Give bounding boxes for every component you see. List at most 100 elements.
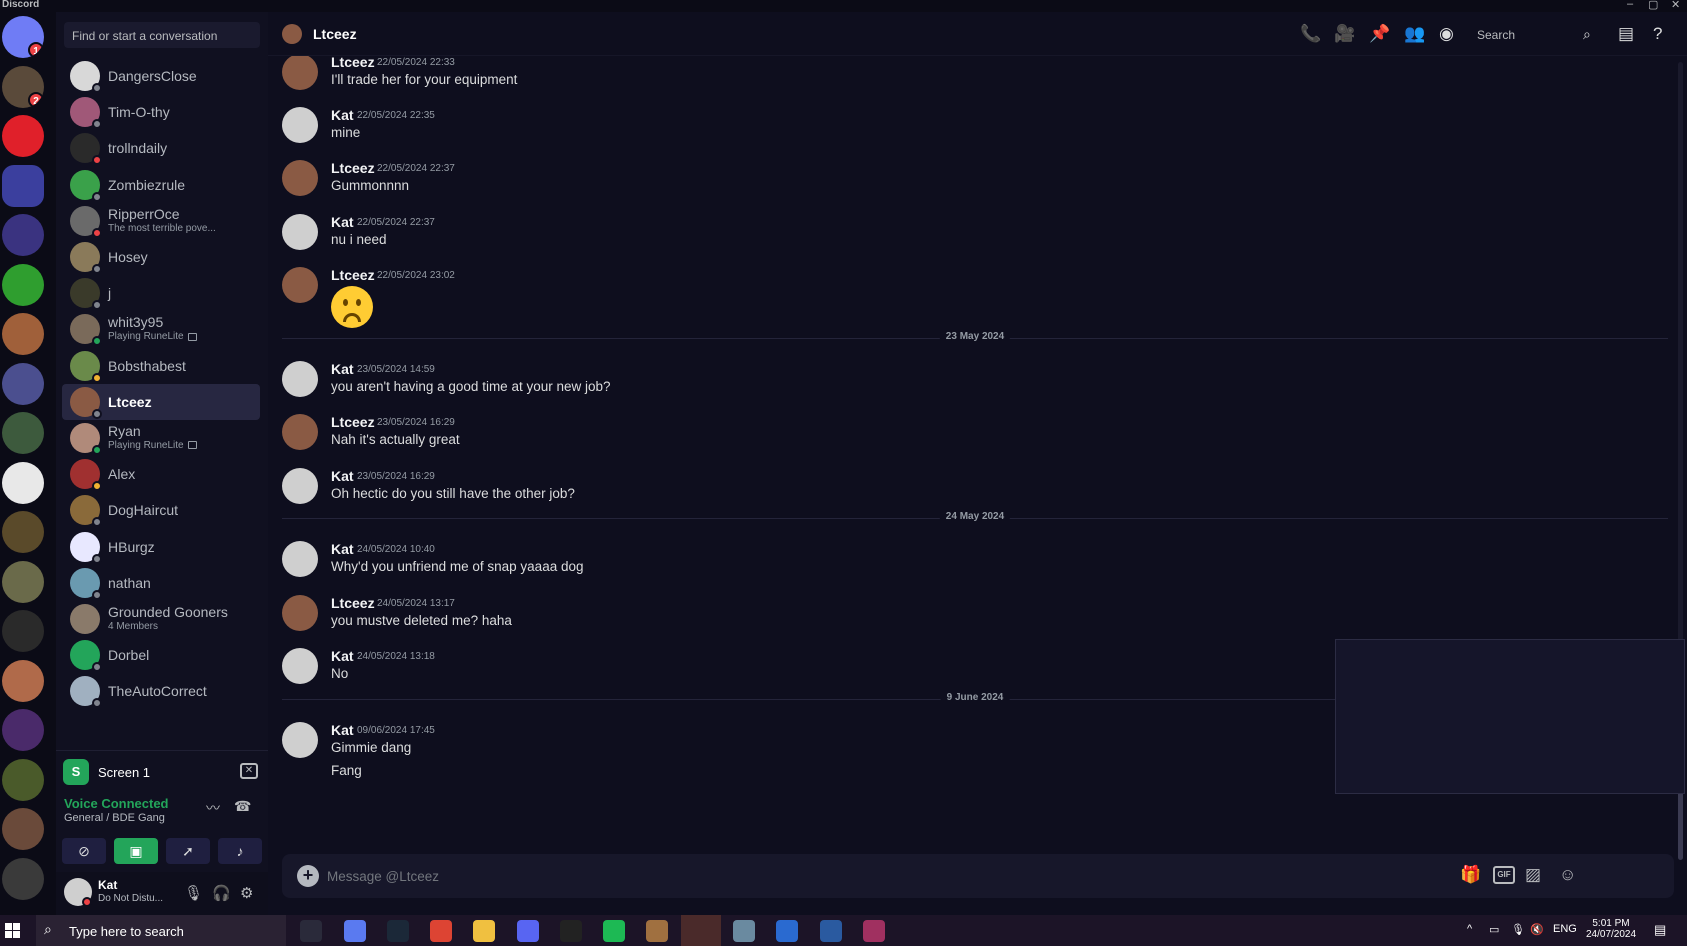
volume-muted-icon[interactable]: 🔇 [1530, 923, 1544, 936]
add-friends-icon[interactable]: 👥 [1404, 24, 1425, 44]
chrome-taskbar-icon[interactable] [430, 920, 452, 942]
file-explorer-taskbar-icon[interactable] [473, 920, 495, 942]
server-icon-server-10[interactable] [2, 461, 44, 504]
message-avatar[interactable] [282, 648, 318, 684]
message-author[interactable]: Kat [331, 541, 354, 557]
task-view-taskbar-icon[interactable] [300, 920, 322, 942]
find-conversation-input[interactable]: Find or start a conversation [64, 22, 260, 48]
server-icon-server-17[interactable] [2, 808, 44, 850]
server-icon-server-5[interactable] [2, 214, 44, 256]
server-icon-server-8[interactable] [2, 362, 44, 405]
dm-item[interactable]: whit3y95 Playing RuneLite [62, 311, 260, 347]
message-avatar[interactable] [282, 414, 318, 450]
server-icon-server-15[interactable] [2, 709, 44, 751]
message[interactable]: Kat 22/05/2024 22:35 mine [268, 107, 1648, 147]
message-avatar[interactable] [282, 56, 318, 90]
dm-item[interactable]: DogHaircut [62, 492, 260, 528]
dm-item[interactable]: trollndaily [62, 130, 260, 166]
language-indicator[interactable]: ENG [1553, 923, 1577, 935]
message-avatar[interactable] [282, 722, 318, 758]
message-author[interactable]: Kat [331, 722, 354, 738]
dm-item[interactable]: Dorbel [62, 637, 260, 673]
message-author[interactable]: Ltceez [331, 56, 375, 70]
server-icon-server-13[interactable] [2, 610, 44, 652]
video-call-icon[interactable]: 🎥 [1334, 24, 1355, 44]
dm-item[interactable]: TheAutoCorrect [62, 673, 260, 709]
microphone-tray-icon[interactable]: 🎙 [1511, 923, 1525, 936]
tray-chevron-icon[interactable]: ^ [1467, 923, 1472, 935]
taskbar-search[interactable]: ⌕ Type here to search [36, 915, 286, 946]
stream-label[interactable]: Screen 1 [98, 765, 150, 780]
message-avatar[interactable] [282, 541, 318, 577]
dm-item[interactable]: Tim-O-thy [62, 94, 260, 130]
attach-plus-icon[interactable]: + [297, 865, 319, 887]
message[interactable]: Kat 24/05/2024 10:40 Why'd you unfriend me… [268, 541, 1648, 581]
user-name[interactable]: Kat [98, 878, 117, 892]
inbox-icon[interactable]: ▤ [1618, 24, 1634, 44]
server-icon-server-6[interactable] [2, 263, 44, 306]
microphone-icon[interactable]: 🎙 [184, 884, 203, 902]
spotify-taskbar-icon[interactable] [603, 920, 625, 942]
camera-off-button[interactable]: ⊘ [62, 838, 106, 864]
message-avatar[interactable] [282, 107, 318, 143]
dm-item[interactable]: Bobsthabest [62, 348, 260, 384]
dm-item[interactable]: Alex [62, 456, 260, 492]
dm-item[interactable]: Zombiezrule [62, 167, 260, 203]
copilot-taskbar-icon[interactable] [344, 920, 366, 942]
server-icon-server-11[interactable] [2, 511, 44, 553]
message[interactable]: Ltceez 24/05/2024 13:17 you mustve deleted… [268, 595, 1648, 635]
message-avatar[interactable] [282, 214, 318, 250]
message-author[interactable]: Kat [331, 648, 354, 664]
soundboard-button[interactable]: ♪ [218, 838, 262, 864]
message-author[interactable]: Ltceez [331, 267, 375, 283]
help-icon[interactable]: ? [1653, 24, 1662, 44]
server-icon-folder[interactable] [2, 164, 44, 207]
pinned-messages-icon[interactable]: 📌 [1369, 24, 1390, 44]
message-avatar[interactable] [282, 595, 318, 631]
message[interactable]: Ltceez 23/05/2024 16:29 Nah it's actually … [268, 414, 1648, 454]
dm-item[interactable]: Grounded Gooners 4 Members [62, 601, 260, 637]
server-icon-server-2[interactable]: 2 [2, 65, 44, 108]
server-icon-server-9[interactable] [2, 412, 44, 454]
search-icon[interactable]: ⌕ [1583, 26, 1591, 43]
server-icon-server-12[interactable] [2, 560, 44, 603]
server-icon-server-18[interactable] [2, 857, 44, 900]
message[interactable]: Ltceez 22/05/2024 23:02 [268, 267, 1648, 331]
maximize-button[interactable]: ▢ [1648, 0, 1658, 11]
message-author[interactable]: Kat [331, 214, 354, 230]
user-profile-icon[interactable]: ◉ [1439, 24, 1454, 44]
message-author[interactable]: Ltceez [331, 414, 375, 430]
game-2-taskbar-icon[interactable] [776, 920, 798, 942]
activity-button[interactable]: ➚ [166, 838, 210, 864]
message-avatar[interactable] [282, 361, 318, 397]
dm-item[interactable]: Hosey [62, 239, 260, 275]
message[interactable]: Ltceez 22/05/2024 22:33 I'll trade her for… [268, 56, 1648, 94]
gif-icon[interactable]: GIF [1493, 866, 1515, 884]
game-3-taskbar-icon[interactable] [820, 920, 842, 942]
message-author[interactable]: Ltceez [331, 160, 375, 176]
gift-icon[interactable]: 🎁 [1460, 865, 1481, 885]
stream-preview-thumbnail[interactable] [1335, 639, 1685, 794]
close-window-button[interactable]: ✕ [1671, 0, 1680, 11]
headphones-icon[interactable]: 🎧 [212, 884, 231, 902]
message[interactable]: Kat 23/05/2024 16:29 Oh hectic do you stil… [268, 468, 1648, 508]
discord-taskbar-icon[interactable] [517, 920, 539, 942]
message-input[interactable]: Message @Ltceez [327, 869, 439, 884]
taskbar-clock[interactable]: 5:01 PM 24/07/2024 [1586, 918, 1636, 940]
stop-stream-icon[interactable]: ✕ [240, 763, 258, 779]
voice-call-icon[interactable]: 📞 [1300, 24, 1321, 44]
message-author[interactable]: Ltceez [331, 595, 375, 611]
runelite-taskbar-icon[interactable] [646, 920, 668, 942]
dm-item[interactable]: HBurgz [62, 529, 260, 565]
disconnect-icon[interactable]: ☎ [234, 798, 251, 815]
emoji-icon[interactable]: ☺ [1559, 865, 1576, 885]
server-icon-server-16[interactable] [2, 758, 44, 801]
message-avatar[interactable] [282, 267, 318, 303]
message-author[interactable]: Kat [331, 107, 354, 123]
steam-taskbar-icon[interactable] [387, 920, 409, 942]
sticker-icon[interactable]: ▨ [1525, 865, 1541, 885]
dm-item[interactable]: Ryan Playing RuneLite [62, 420, 260, 456]
share-screen-button[interactable]: ▣ [114, 838, 158, 864]
server-icon-server-7[interactable] [2, 313, 44, 355]
voice-connected-status[interactable]: Voice Connected [64, 796, 169, 811]
